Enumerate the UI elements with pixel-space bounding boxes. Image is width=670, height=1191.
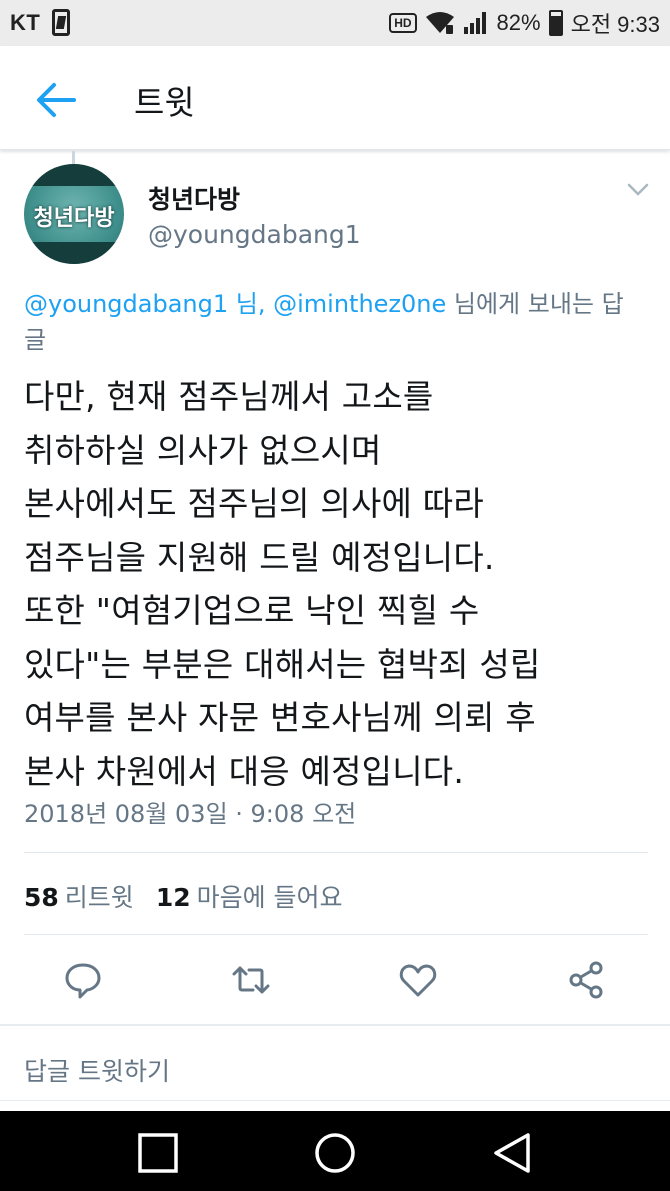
tweet-text: 다만, 현재 점주님께서 고소를 취하하실 의사가 없으시며 본사에서도 점주님…	[24, 377, 541, 791]
tweet-timestamp: 2018년 08월 03일 · 9:08 오전	[24, 800, 357, 828]
retweet-icon[interactable]	[231, 960, 271, 1000]
like-count: 12	[155, 883, 191, 912]
display-name[interactable]: 청년다방	[148, 180, 240, 216]
signal-icon	[463, 12, 486, 34]
reply-icon[interactable]	[63, 960, 103, 1000]
avatar-logo-text: 청년다방	[33, 206, 115, 231]
recent-apps-icon[interactable]	[136, 1131, 180, 1175]
retweet-count: 58	[24, 883, 59, 912]
navigation-bar	[0, 1111, 670, 1191]
tweet-stats: 58 리트윗 12 마음에 들어요	[24, 878, 343, 914]
reply-context: @youngdabang1 님, @iminthez0ne 님에게 보내는 답글	[24, 286, 644, 358]
home-icon[interactable]	[313, 1131, 357, 1175]
like-icon[interactable]	[398, 960, 438, 1000]
divider	[0, 1100, 670, 1101]
sim-card-icon	[52, 9, 70, 36]
reply-input[interactable]: 답글 트윗하기	[24, 1052, 644, 1088]
carrier-label: KT	[10, 10, 41, 35]
battery-percent: 82%	[496, 10, 541, 35]
share-icon[interactable]	[566, 960, 606, 1000]
back-arrow-icon[interactable]	[34, 80, 78, 120]
divider	[0, 1024, 670, 1026]
divider	[24, 852, 648, 853]
username[interactable]: @youngdabang1	[148, 220, 361, 249]
divider	[24, 934, 648, 935]
back-icon[interactable]	[490, 1131, 534, 1175]
mention-link[interactable]: @iminthez0ne	[273, 290, 446, 318]
chevron-down-icon[interactable]	[626, 182, 650, 198]
avatar[interactable]: 청년다방	[24, 164, 124, 264]
battery-icon	[548, 10, 563, 36]
like-stat[interactable]: 12 마음에 들어요	[156, 878, 343, 914]
status-bar: KT HD 82% 오전 9:33	[0, 0, 670, 46]
like-label: 마음에 들어요	[196, 883, 343, 912]
clock: 오전 9:33	[570, 12, 660, 37]
mention-separator: 님,	[228, 290, 274, 318]
retweet-label: 리트윗	[64, 883, 134, 912]
wifi-icon	[425, 12, 454, 34]
hd-voice-icon: HD	[389, 13, 417, 33]
retweet-stat[interactable]: 58 리트윗	[24, 878, 134, 914]
status-indicators: HD 82% 오전 9:33	[389, 7, 660, 39]
app-bar: 트윗	[0, 46, 670, 150]
mention-link[interactable]: @youngdabang1	[24, 290, 228, 318]
thread-line	[72, 151, 75, 165]
page-title: 트윗	[134, 83, 195, 122]
